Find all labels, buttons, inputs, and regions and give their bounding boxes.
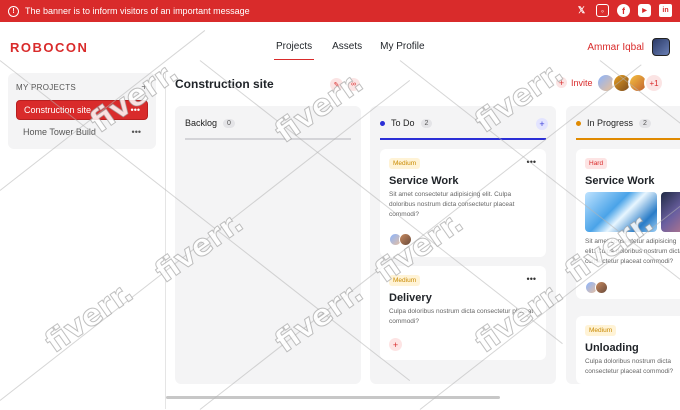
sidebar-heading-label: MY PROJECTS xyxy=(16,82,77,92)
horizontal-scrollbar[interactable] xyxy=(166,396,500,399)
nav-link-projects[interactable]: Projects xyxy=(274,41,315,60)
task-card[interactable]: Medium ••• Delivery Culpa doloribus nost… xyxy=(380,266,546,360)
social-links: 𝕏 ◦ f ▶ in xyxy=(575,4,672,17)
facebook-icon[interactable]: f xyxy=(617,4,630,17)
board-title: Construction site xyxy=(175,77,274,91)
logo[interactable]: ROBOCON xyxy=(10,40,88,55)
difficulty-badge: Medium xyxy=(585,325,617,336)
task-card[interactable]: Hard Service Work Sit amet consectetur a… xyxy=(576,149,680,299)
column-title: Backlog xyxy=(185,118,218,128)
card-image xyxy=(585,192,657,232)
column-header: Backlog 0 xyxy=(185,118,235,128)
task-card[interactable]: Medium ••• Service Work Sit amet consect… xyxy=(380,149,546,257)
card-title: Service Work xyxy=(389,175,459,187)
difficulty-badge: Medium xyxy=(389,275,421,286)
user-avatar[interactable] xyxy=(652,38,670,56)
top-nav: ROBOCON Projects Assets My Profile Ammar… xyxy=(0,22,680,72)
status-dot xyxy=(576,120,581,126)
user-name[interactable]: Ammar Iqbal xyxy=(587,42,644,53)
card-title: Service Work xyxy=(585,175,655,187)
sidebar-heading: MY PROJECTS + xyxy=(16,79,148,95)
card-description: Sit amet consectetur adipisicing elit. C… xyxy=(585,238,680,265)
user-menu[interactable]: Ammar Iqbal xyxy=(587,38,670,56)
difficulty-badge: Hard xyxy=(585,158,608,169)
youtube-icon[interactable]: ▶ xyxy=(638,4,651,17)
team-avatars[interactable]: +1 xyxy=(596,73,664,93)
more-icon[interactable]: ••• xyxy=(527,157,536,167)
announcement-banner: ! The banner is to inform visitors of an… xyxy=(0,0,680,22)
sidebar-item-construction-site[interactable]: Construction site ••• xyxy=(16,100,148,120)
column-in-progress: In Progress 2 Hard Service Work Sit amet… xyxy=(566,106,680,384)
card-description: Culpa doloribus nostrum dicta consectetu… xyxy=(585,358,674,375)
plus-icon: + xyxy=(556,77,567,88)
banner-message: The banner is to inform visitors of an i… xyxy=(25,6,250,16)
column-underline xyxy=(380,138,546,140)
watermark-text: fiverr. xyxy=(38,274,140,361)
sidebar-item-label: Construction site xyxy=(24,105,92,115)
more-icon[interactable]: ••• xyxy=(131,105,140,115)
column-underline xyxy=(185,138,351,140)
card-image xyxy=(661,192,680,232)
projects-sidebar: MY PROJECTS + Construction site ••• Home… xyxy=(8,73,156,149)
column-count: 2 xyxy=(639,118,651,128)
column-backlog: Backlog 0 xyxy=(175,106,361,384)
column-header: To Do 2 xyxy=(380,118,433,128)
card-title: Delivery xyxy=(389,292,432,304)
column-title: To Do xyxy=(391,118,415,128)
linkedin-icon[interactable]: in xyxy=(659,4,672,17)
add-card-button[interactable]: + xyxy=(536,118,548,130)
add-project-icon[interactable]: + xyxy=(141,81,148,93)
divider xyxy=(165,73,166,409)
edit-icon[interactable]: ✎ xyxy=(330,78,343,91)
assignee-avatars[interactable] xyxy=(585,281,608,294)
column-count: 0 xyxy=(223,118,235,128)
card-description: Culpa doloribus nostrum dicta consectetu… xyxy=(389,308,534,325)
task-card[interactable]: Medium Unloading Culpa doloribus nostrum… xyxy=(576,316,680,384)
nav-link-assets[interactable]: Assets xyxy=(332,41,362,60)
x-icon[interactable]: 𝕏 xyxy=(575,4,588,17)
column-header: In Progress 2 xyxy=(576,118,651,128)
sidebar-item-home-tower-build[interactable]: Home Tower Build ••• xyxy=(16,122,148,142)
card-title: Unloading xyxy=(585,342,639,354)
nav-link-my-profile[interactable]: My Profile xyxy=(380,41,424,60)
nav-links: Projects Assets My Profile xyxy=(274,41,443,60)
board-title-actions: ✎ ∞ xyxy=(330,78,360,91)
info-icon: ! xyxy=(8,5,19,17)
invite-button[interactable]: + Invite xyxy=(556,77,593,88)
extra-members-count[interactable]: +1 xyxy=(644,73,664,93)
sidebar-item-label: Home Tower Build xyxy=(23,127,96,137)
column-underline xyxy=(576,138,680,140)
column-title: In Progress xyxy=(587,118,634,128)
add-assignee-icon[interactable]: + xyxy=(389,338,402,351)
avatar xyxy=(595,281,608,294)
link-icon[interactable]: ∞ xyxy=(347,78,360,91)
assignee-avatars[interactable] xyxy=(389,233,412,246)
more-icon[interactable]: ••• xyxy=(527,274,536,284)
column-count: 2 xyxy=(420,118,433,128)
more-icon[interactable]: ••• xyxy=(132,127,141,137)
instagram-icon[interactable]: ◦ xyxy=(596,4,609,17)
invite-label: Invite xyxy=(571,77,593,88)
status-dot xyxy=(380,120,385,126)
difficulty-badge: Medium xyxy=(389,158,421,169)
avatar xyxy=(399,233,412,246)
card-description: Sit amet consectetur adipisicing elit. C… xyxy=(389,191,515,218)
column-to-do: To Do 2 + Medium ••• Service Work Sit am… xyxy=(370,106,556,384)
